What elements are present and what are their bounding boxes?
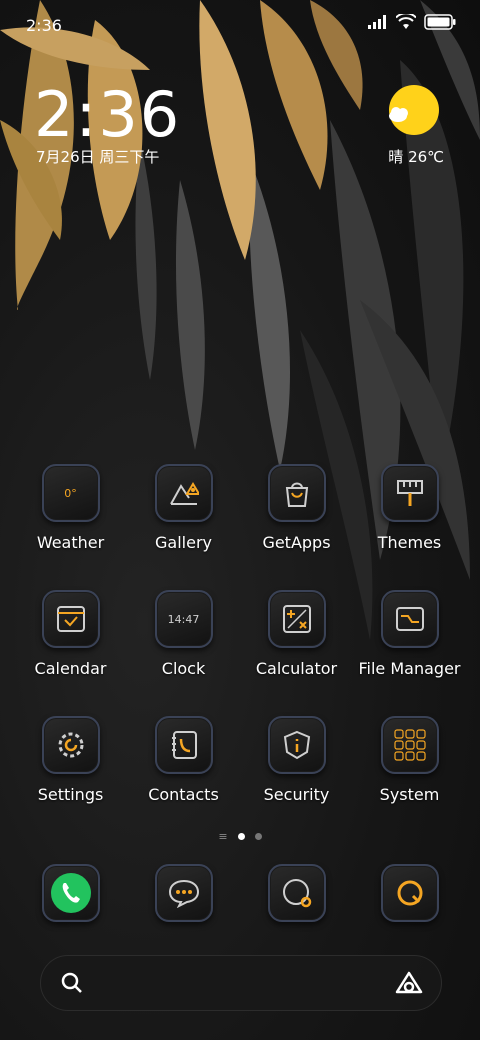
calendar-icon: [56, 606, 85, 632]
clock-icon: 14:47: [167, 612, 200, 626]
contacts-tile: [154, 716, 213, 774]
weather-tile: 0°: [41, 464, 100, 522]
battery-icon: [424, 14, 456, 30]
settings-icon: [58, 732, 83, 758]
app-themes[interactable]: Themes: [353, 464, 466, 552]
app-label: Calendar: [34, 659, 107, 678]
app-label: Contacts: [148, 785, 219, 804]
signal-icon: [368, 15, 386, 29]
calculator-icon: [282, 605, 311, 633]
weather-widget[interactable]: [384, 82, 444, 146]
themes-icon: [396, 480, 423, 506]
search-icon[interactable]: [61, 972, 83, 994]
page-list-icon[interactable]: ≡: [218, 830, 227, 843]
system-folder-tile: [380, 716, 439, 774]
themes-tile: [380, 464, 439, 522]
security-tile: [267, 716, 326, 774]
browser-tile: [267, 864, 326, 922]
file-manager-tile: [380, 590, 439, 648]
gallery-icon: [169, 482, 199, 505]
weather-label[interactable]: 晴 26℃: [388, 146, 444, 167]
app-label: File Manager: [358, 659, 461, 678]
dock-phone[interactable]: [14, 864, 127, 922]
clock-widget-time[interactable]: 2:36: [34, 78, 181, 151]
getapps-tile: [267, 464, 326, 522]
page-indicator[interactable]: ≡: [0, 830, 480, 843]
app-label: Security: [263, 785, 330, 804]
calculator-tile: [267, 590, 326, 648]
phone-icon: [50, 873, 91, 913]
clock-tile: 14:47: [154, 590, 213, 648]
clock-widget-date[interactable]: 7月26日 周三下午: [36, 146, 159, 167]
app-label: Weather: [36, 533, 105, 552]
status-icons: [368, 14, 456, 30]
search-bar[interactable]: [40, 955, 442, 1011]
status-time: 2:36: [26, 16, 62, 35]
status-bar: 2:36: [0, 0, 480, 48]
app-contacts[interactable]: Contacts: [127, 716, 240, 804]
app-weather[interactable]: 0° Weather: [14, 464, 127, 552]
system-folder-icon: [393, 729, 426, 761]
app-system-folder[interactable]: System: [353, 716, 466, 804]
weather-icon: 0°: [64, 486, 77, 500]
dock-browser[interactable]: [240, 864, 353, 922]
music-icon: [397, 880, 422, 906]
app-security[interactable]: Security: [240, 716, 353, 804]
app-calculator[interactable]: Calculator: [240, 590, 353, 678]
app-label: GetApps: [262, 533, 331, 552]
app-file-manager[interactable]: File Manager: [353, 590, 466, 678]
dock-music[interactable]: [353, 864, 466, 922]
app-label: System: [379, 785, 440, 804]
settings-tile: [41, 716, 100, 774]
getapps-icon: [285, 482, 308, 507]
app-label: Gallery: [155, 533, 212, 552]
browser-icon: [282, 879, 311, 908]
app-label: Clock: [161, 659, 206, 678]
phone-tile: [41, 864, 100, 922]
calendar-tile: [41, 590, 100, 648]
assistant-icon[interactable]: [395, 970, 423, 996]
music-tile: [380, 864, 439, 922]
app-getapps[interactable]: GetApps: [240, 464, 353, 552]
dock-messages[interactable]: [127, 864, 240, 922]
messages-icon: [168, 879, 199, 908]
app-settings[interactable]: Settings: [14, 716, 127, 804]
messages-tile: [154, 864, 213, 922]
app-gallery[interactable]: Gallery: [127, 464, 240, 552]
app-label: Themes: [377, 533, 442, 552]
page-dot[interactable]: [254, 833, 262, 840]
contacts-icon: [171, 731, 197, 759]
page-dot-active[interactable]: [237, 833, 245, 840]
app-calendar[interactable]: Calendar: [14, 590, 127, 678]
app-label: Calculator: [255, 659, 338, 678]
file-manager-icon: [395, 607, 424, 631]
app-label: Settings: [37, 785, 104, 804]
sun-cloud-icon: [389, 85, 439, 135]
gallery-tile: [154, 464, 213, 522]
app-clock[interactable]: 14:47 Clock: [127, 590, 240, 678]
security-icon: [283, 730, 310, 760]
wifi-icon: [396, 14, 416, 29]
